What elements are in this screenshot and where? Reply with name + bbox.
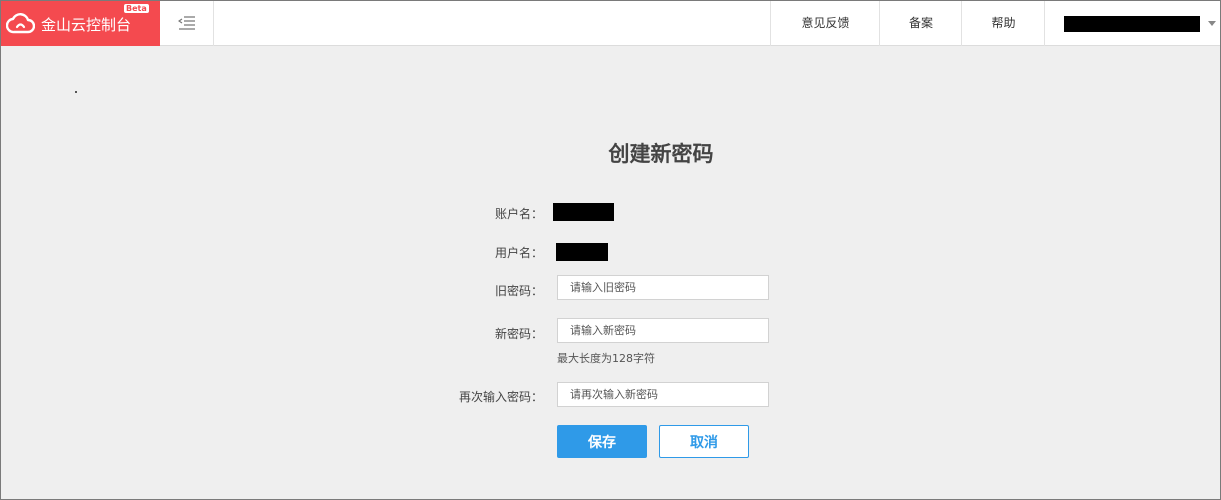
username-redacted [1064, 16, 1200, 32]
page-title: 创建新密码 [608, 142, 714, 166]
brand-title: 金山云控制台 [41, 16, 132, 34]
account-label: 账户名： [494, 207, 543, 221]
confirm-password-input[interactable] [557, 382, 769, 407]
new-password-input[interactable] [557, 318, 769, 343]
username-value-redacted [556, 243, 608, 261]
old-password-input[interactable] [557, 275, 769, 300]
brand-logo[interactable]: 金山云控制台 Beta [1, 1, 160, 46]
new-password-label: 新密码： [494, 327, 543, 341]
nav-help-link[interactable]: 帮助 [961, 1, 1045, 46]
cancel-button[interactable]: 取消 [659, 425, 749, 458]
confirm-password-label: 再次输入密码： [458, 390, 543, 404]
nav-record-link[interactable]: 备案 [879, 1, 962, 46]
account-value-redacted [553, 203, 614, 221]
menu-collapse-icon [178, 16, 195, 30]
save-button[interactable]: 保存 [557, 425, 647, 458]
caret-down-icon [1208, 21, 1216, 26]
cloud-icon [6, 13, 35, 34]
old-password-label: 旧密码： [494, 284, 543, 298]
nav-feedback-link[interactable]: 意见反馈 [770, 1, 880, 46]
menu-toggle-button[interactable] [160, 1, 214, 46]
beta-badge: Beta [124, 4, 149, 13]
user-menu[interactable] [1044, 1, 1220, 46]
top-bar: 金山云控制台 Beta 意见反馈 备案 帮助 [1, 1, 1220, 46]
window: 金山云控制台 Beta 意见反馈 备案 帮助 创建新密码 账户名： 用户名： 旧… [0, 0, 1221, 500]
password-length-hint: 最大长度为128字符 [557, 352, 655, 365]
stray-dot [75, 91, 77, 93]
username-label: 用户名： [494, 246, 543, 260]
